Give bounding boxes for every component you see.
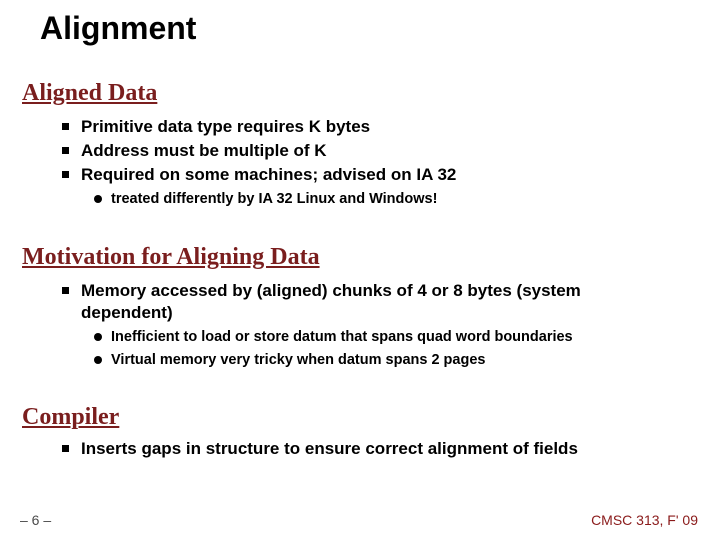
- bullet-text: Inserts gaps in structure to ensure corr…: [81, 438, 672, 460]
- list-item: Primitive data type requires K bytes: [62, 116, 672, 138]
- bullet-text: Address must be multiple of K: [81, 140, 672, 162]
- list-item: Memory accessed by (aligned) chunks of 4…: [62, 280, 672, 324]
- bullet-text: Required on some machines; advised on IA…: [81, 164, 672, 186]
- section-body-aligned-data: Primitive data type requires K bytes Add…: [62, 116, 672, 211]
- sub-list-item: treated differently by IA 32 Linux and W…: [94, 190, 672, 209]
- square-bullet-icon: [62, 445, 69, 452]
- square-bullet-icon: [62, 147, 69, 154]
- sub-bullet-text: treated differently by IA 32 Linux and W…: [111, 190, 672, 209]
- slide: Alignment Aligned Data Primitive data ty…: [0, 0, 720, 540]
- section-body-motivation: Memory accessed by (aligned) chunks of 4…: [62, 280, 672, 372]
- page-number: – 6 –: [20, 512, 51, 528]
- circle-bullet-icon: [94, 195, 102, 203]
- sub-list-item: Virtual memory very tricky when datum sp…: [94, 351, 672, 370]
- sub-bullet-text: Virtual memory very tricky when datum sp…: [111, 351, 672, 370]
- list-item: Required on some machines; advised on IA…: [62, 164, 672, 186]
- list-item: Inserts gaps in structure to ensure corr…: [62, 438, 672, 460]
- circle-bullet-icon: [94, 333, 102, 341]
- section-heading-compiler: Compiler: [22, 404, 119, 431]
- bullet-text: Primitive data type requires K bytes: [81, 116, 672, 138]
- course-label: CMSC 313, F' 09: [591, 512, 698, 528]
- section-heading-aligned-data: Aligned Data: [22, 80, 157, 107]
- square-bullet-icon: [62, 171, 69, 178]
- section-heading-motivation: Motivation for Aligning Data: [22, 244, 320, 271]
- bullet-text: Memory accessed by (aligned) chunks of 4…: [81, 280, 672, 324]
- square-bullet-icon: [62, 287, 69, 294]
- list-item: Address must be multiple of K: [62, 140, 672, 162]
- sub-bullet-text: Inefficient to load or store datum that …: [111, 328, 672, 347]
- circle-bullet-icon: [94, 356, 102, 364]
- square-bullet-icon: [62, 123, 69, 130]
- sub-list-item: Inefficient to load or store datum that …: [94, 328, 672, 347]
- section-body-compiler: Inserts gaps in structure to ensure corr…: [62, 438, 672, 462]
- slide-title: Alignment: [40, 10, 196, 47]
